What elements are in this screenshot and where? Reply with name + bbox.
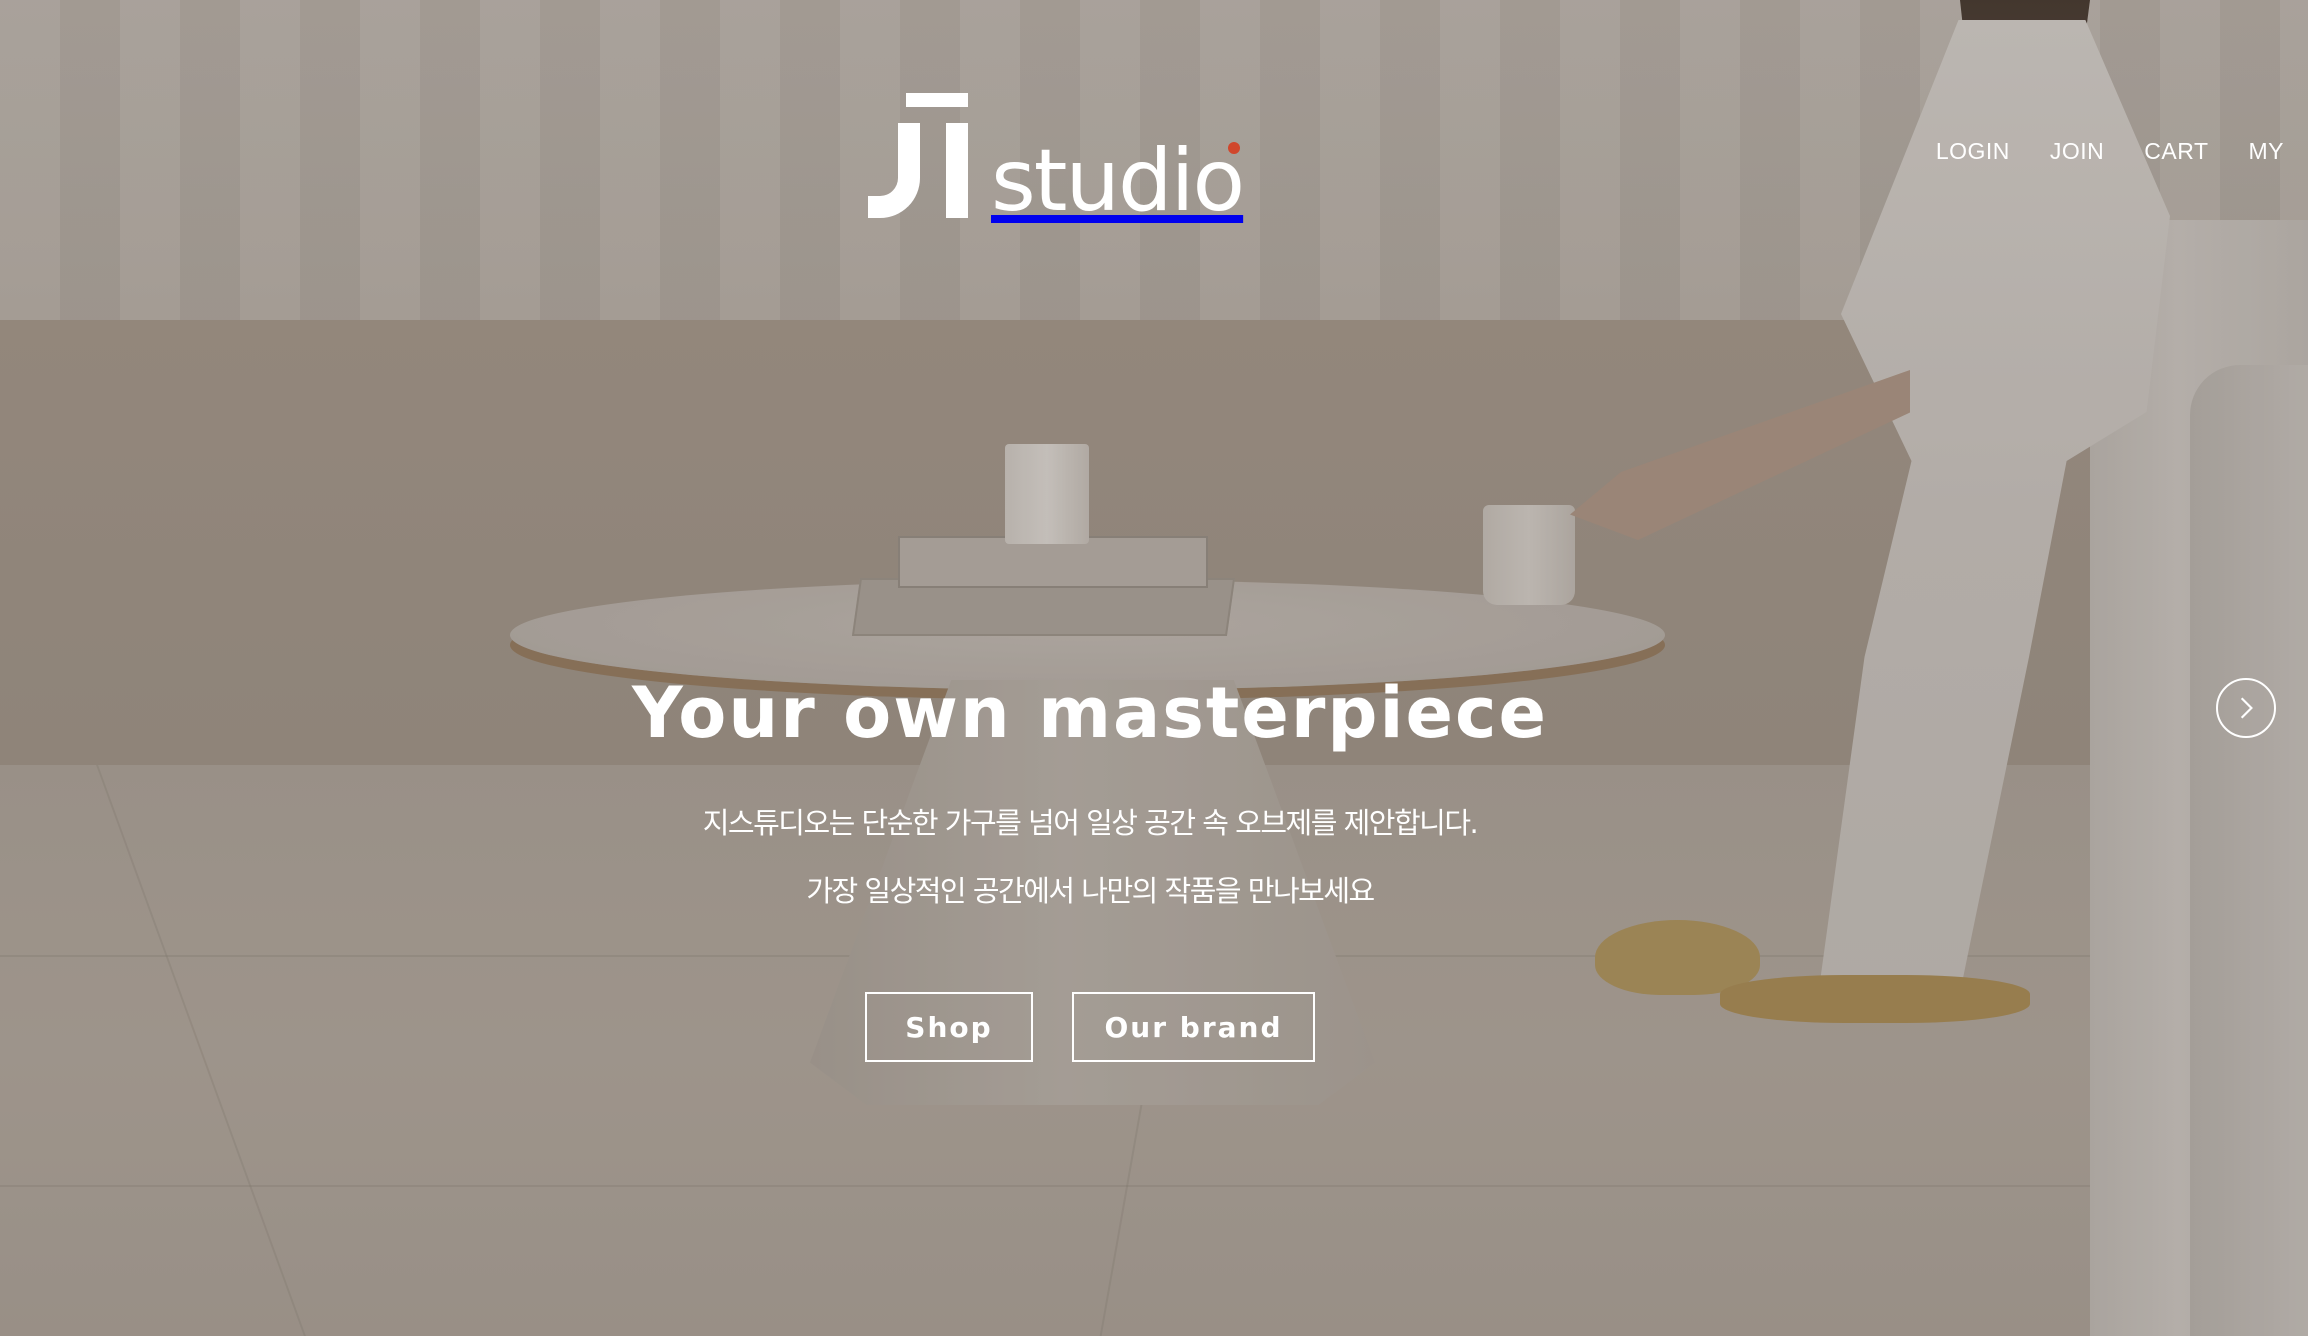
chevron-right-icon xyxy=(2240,697,2253,719)
shop-button[interactable]: Shop xyxy=(865,992,1033,1062)
logo-text: studio xyxy=(991,131,1245,231)
nav-my-link[interactable]: MY xyxy=(2249,138,2285,165)
hero-section: studio LOGIN JOIN CART MY Your own maste… xyxy=(0,0,2308,1336)
nav-login-link[interactable]: LOGIN xyxy=(1936,138,2010,165)
slider-next-button[interactable] xyxy=(2216,678,2276,738)
hero-subtitle-line2: 가장 일상적인 공간에서 나만의 작품을 만나보세요 xyxy=(806,874,1375,908)
brand-logo[interactable]: studio xyxy=(868,88,1306,224)
hero-subtitle-line1: 지스튜디오는 단순한 가구를 넘어 일상 공간 속 오브제를 제안합니다. xyxy=(702,806,1479,840)
top-nav: LOGIN JOIN CART MY xyxy=(1936,138,2284,165)
nav-join-link[interactable]: JOIN xyxy=(2050,138,2104,165)
our-brand-button[interactable]: Our brand xyxy=(1072,992,1315,1062)
hero-headline: Your own masterpiece xyxy=(632,672,1548,754)
logo-accent-dot xyxy=(1228,142,1240,154)
nav-cart-link[interactable]: CART xyxy=(2144,138,2208,165)
logo-mark-icon xyxy=(868,93,971,218)
